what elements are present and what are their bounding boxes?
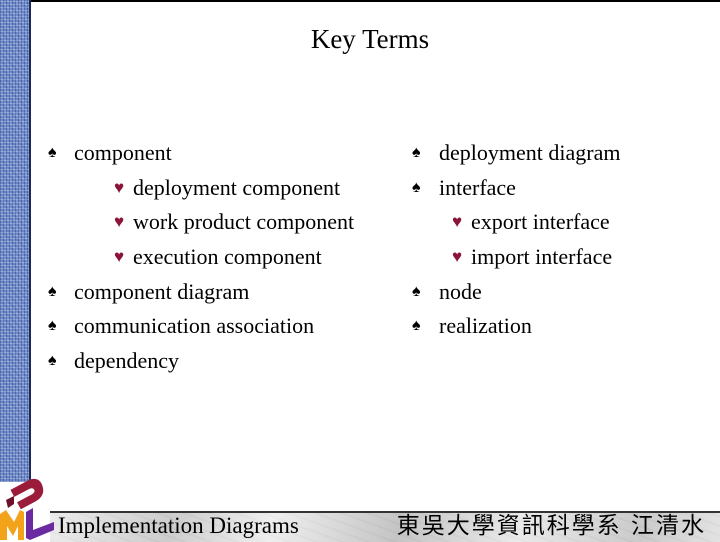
top-divider bbox=[31, 0, 720, 2]
heart-bullet-icon: ♥ bbox=[114, 212, 125, 232]
right-term-list: ♠ deployment diagram ♠ interface ♥ export i… bbox=[412, 136, 620, 344]
list-item: ♥ export interface bbox=[412, 205, 620, 240]
list-item: ♠ dependency bbox=[48, 344, 354, 379]
term-text: component bbox=[74, 140, 172, 166]
term-text: dependency bbox=[74, 347, 180, 373]
term-text: export interface bbox=[471, 209, 610, 235]
spade-bullet-icon: ♠ bbox=[412, 178, 421, 196]
term-text: node bbox=[439, 278, 482, 304]
list-item: ♥ execution component bbox=[48, 240, 354, 275]
spade-bullet-icon: ♠ bbox=[48, 317, 57, 335]
spade-bullet-icon: ♠ bbox=[48, 144, 57, 162]
footer-course-title: Implementation Diagrams bbox=[58, 513, 299, 538]
slide-title: Key Terms bbox=[310, 24, 430, 54]
spade-bullet-icon: ♠ bbox=[412, 282, 421, 300]
heart-bullet-icon: ♥ bbox=[114, 247, 125, 267]
list-item: ♠ communication association bbox=[48, 309, 354, 344]
footer-author: 東吳大學資訊科學系 江清水 bbox=[396, 513, 706, 539]
term-text: work product component bbox=[133, 209, 355, 235]
term-text: execution component bbox=[133, 244, 322, 270]
term-text: interface bbox=[439, 174, 516, 200]
spade-bullet-icon: ♠ bbox=[412, 144, 421, 162]
decorative-side-strip bbox=[0, 0, 31, 482]
term-text: deployment component bbox=[133, 174, 341, 200]
spade-bullet-icon: ♠ bbox=[48, 282, 57, 300]
spade-bullet-icon: ♠ bbox=[48, 351, 57, 369]
list-item: ♠ interface bbox=[412, 171, 620, 206]
uml-logo-m bbox=[0, 510, 24, 540]
term-text: component diagram bbox=[74, 278, 250, 304]
heart-bullet-icon: ♥ bbox=[452, 247, 463, 267]
uml-logo-l bbox=[26, 508, 54, 540]
list-item: ♠ deployment diagram bbox=[412, 136, 620, 171]
list-item: ♥ import interface bbox=[412, 240, 620, 275]
term-text: import interface bbox=[471, 244, 613, 270]
uml-logo-u-shade bbox=[6, 496, 14, 508]
spade-bullet-icon: ♠ bbox=[412, 317, 421, 335]
list-item: ♥ deployment component bbox=[48, 171, 354, 206]
heart-bullet-icon: ♥ bbox=[452, 212, 463, 232]
term-text: communication association bbox=[74, 313, 315, 339]
list-item: ♠ component bbox=[48, 136, 354, 171]
left-term-list: ♠ component ♥ deployment component ♥ work p… bbox=[48, 136, 354, 378]
uml-logo-u bbox=[10, 478, 44, 510]
list-item: ♠ realization bbox=[412, 309, 620, 344]
term-text: realization bbox=[439, 313, 532, 339]
list-item: ♠ node bbox=[412, 274, 620, 309]
list-item: ♥ work product component bbox=[48, 205, 354, 240]
heart-bullet-icon: ♥ bbox=[114, 177, 125, 197]
list-item: ♠ component diagram bbox=[48, 274, 354, 309]
uml-logo-icon bbox=[0, 478, 54, 540]
term-text: deployment diagram bbox=[439, 140, 621, 166]
